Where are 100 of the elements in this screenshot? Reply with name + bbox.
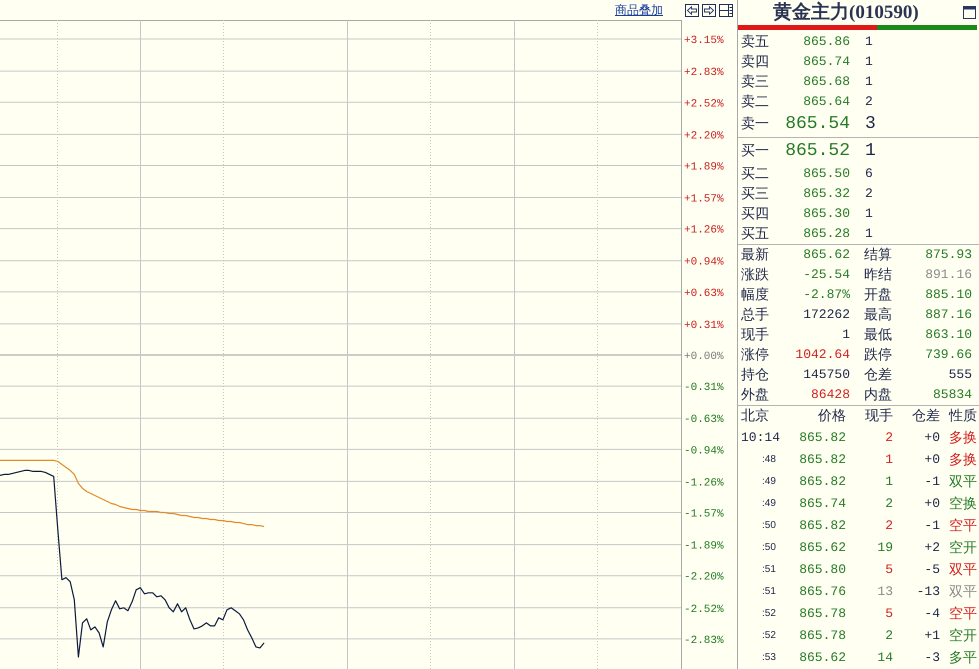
axis-tick-label: -2.83% [684, 634, 724, 647]
trade-price: 865.76 [799, 584, 846, 600]
axis-tick-label: +1.89% [684, 161, 724, 174]
trade-price: 865.82 [799, 452, 846, 468]
trade-price: 865.82 [799, 518, 846, 534]
layout-icon[interactable] [719, 4, 733, 16]
trade-position-change: -3 [924, 650, 940, 666]
trade-volume: 2 [885, 496, 893, 512]
ask-level-label: 卖五 [741, 34, 769, 50]
trade-position-change: -4 [924, 606, 940, 622]
stat-value: 172262 [803, 307, 850, 323]
overlay-link[interactable]: 商品叠加 [615, 3, 663, 17]
bid-volume: 2 [865, 186, 873, 202]
trade-time: :50 [762, 542, 776, 554]
trade-price: 865.80 [799, 562, 846, 578]
bid-level-label: 买二 [741, 166, 769, 182]
trade-position-change: +2 [924, 540, 940, 556]
bid-level-label: 买一 [741, 142, 769, 160]
trade-time: :49 [762, 498, 776, 510]
trade-position-change: +0 [924, 430, 940, 446]
trade-time: :51 [762, 586, 776, 598]
bid-price: 865.28 [803, 226, 850, 242]
bid-price: 865.30 [803, 206, 850, 222]
stat-value: 145750 [803, 367, 850, 383]
trade-price: 865.62 [799, 650, 846, 666]
trade-price: 865.62 [799, 540, 846, 556]
stat-label: 外盘 [741, 386, 769, 404]
axis-tick-label: +3.15% [684, 35, 724, 48]
stat-value: 739.66 [925, 347, 972, 363]
trade-volume: 1 [885, 474, 893, 490]
trade-volume: 5 [885, 562, 893, 578]
axis-tick-label: -0.63% [684, 414, 724, 426]
trade-position-change: +0 [924, 496, 940, 512]
stat-label: 涨停 [741, 346, 769, 364]
maximize-icon[interactable] [963, 6, 976, 19]
trade-type: 空平 [949, 606, 977, 622]
axis-tick-label: -1.89% [684, 540, 724, 553]
axis-tick-label: +1.26% [684, 224, 724, 237]
trade-volume: 19 [877, 540, 893, 556]
axis-tick-label: -0.94% [684, 445, 724, 458]
stat-value: -2.87% [803, 287, 850, 303]
column-header: 价格 [818, 408, 846, 425]
stat-label: 持仓 [741, 366, 769, 384]
stat-label: 最新 [741, 246, 769, 264]
bid-volume: 1 [865, 206, 873, 222]
bid-volume: 1 [865, 226, 873, 242]
left-arrow-icon[interactable] [685, 4, 699, 16]
trade-type: 空开 [949, 540, 977, 556]
ask-volume: 1 [865, 74, 873, 90]
stat-value: 865.62 [803, 247, 850, 263]
right-arrow-icon[interactable] [702, 4, 716, 16]
ask-level-label: 卖四 [741, 54, 769, 70]
bid-price: 865.52 [785, 140, 850, 162]
stat-value: 555 [948, 367, 972, 383]
ask-volume: 1 [865, 34, 873, 50]
axis-tick-label: +0.94% [684, 256, 724, 269]
trade-volume: 1 [885, 452, 893, 468]
stat-value: 887.16 [925, 307, 972, 323]
ask-price: 865.86 [803, 34, 850, 50]
trade-type: 空换 [949, 496, 977, 512]
trade-type: 多换 [949, 452, 977, 468]
column-header: 北京 [741, 408, 769, 425]
stat-label: 跌停 [864, 346, 892, 364]
ask-price: 865.68 [803, 74, 850, 90]
stat-value: -25.54 [803, 267, 850, 283]
trade-time: :50 [762, 520, 776, 532]
ask-level-label: 卖三 [741, 74, 769, 90]
ask-level-label: 卖二 [741, 94, 769, 110]
stat-label: 内盘 [864, 386, 892, 404]
axis-tick-label: +2.83% [684, 67, 724, 80]
trade-volume: 14 [877, 650, 893, 666]
trade-time: :51 [762, 564, 776, 576]
axis-tick-label: +2.20% [684, 130, 724, 142]
stat-value: 891.16 [925, 267, 972, 283]
trade-type: 双平 [949, 474, 977, 490]
trade-price: 865.74 [799, 496, 846, 512]
ask-volume: 1 [865, 54, 873, 70]
trade-price: 865.78 [799, 628, 846, 644]
trade-price: 865.78 [799, 606, 846, 622]
stat-value: 875.93 [925, 247, 972, 263]
ask-price: 865.64 [803, 94, 850, 110]
ask-volume: 2 [865, 94, 873, 110]
trade-type: 双平 [949, 584, 977, 600]
trade-volume: 2 [885, 628, 893, 644]
axis-tick-label: +1.57% [684, 194, 724, 206]
ask-level-label: 卖一 [741, 116, 769, 133]
stat-label: 幅度 [741, 286, 769, 304]
stat-label: 昨结 [864, 266, 892, 284]
trade-time: 10:14 [741, 430, 780, 446]
axis-tick-label: +0.31% [684, 320, 724, 332]
axis-tick-label: +0.63% [684, 288, 724, 300]
trade-position-change: -5 [924, 562, 940, 578]
stat-label: 现手 [741, 326, 769, 344]
trade-price: 865.82 [799, 474, 846, 490]
trade-position-change: +0 [924, 452, 940, 468]
bid-level-label: 买五 [741, 226, 769, 242]
trade-type: 多换 [949, 430, 977, 446]
trade-time: :52 [762, 608, 776, 620]
bid-level-label: 买三 [741, 186, 769, 202]
trade-position-change: +1 [924, 628, 940, 644]
